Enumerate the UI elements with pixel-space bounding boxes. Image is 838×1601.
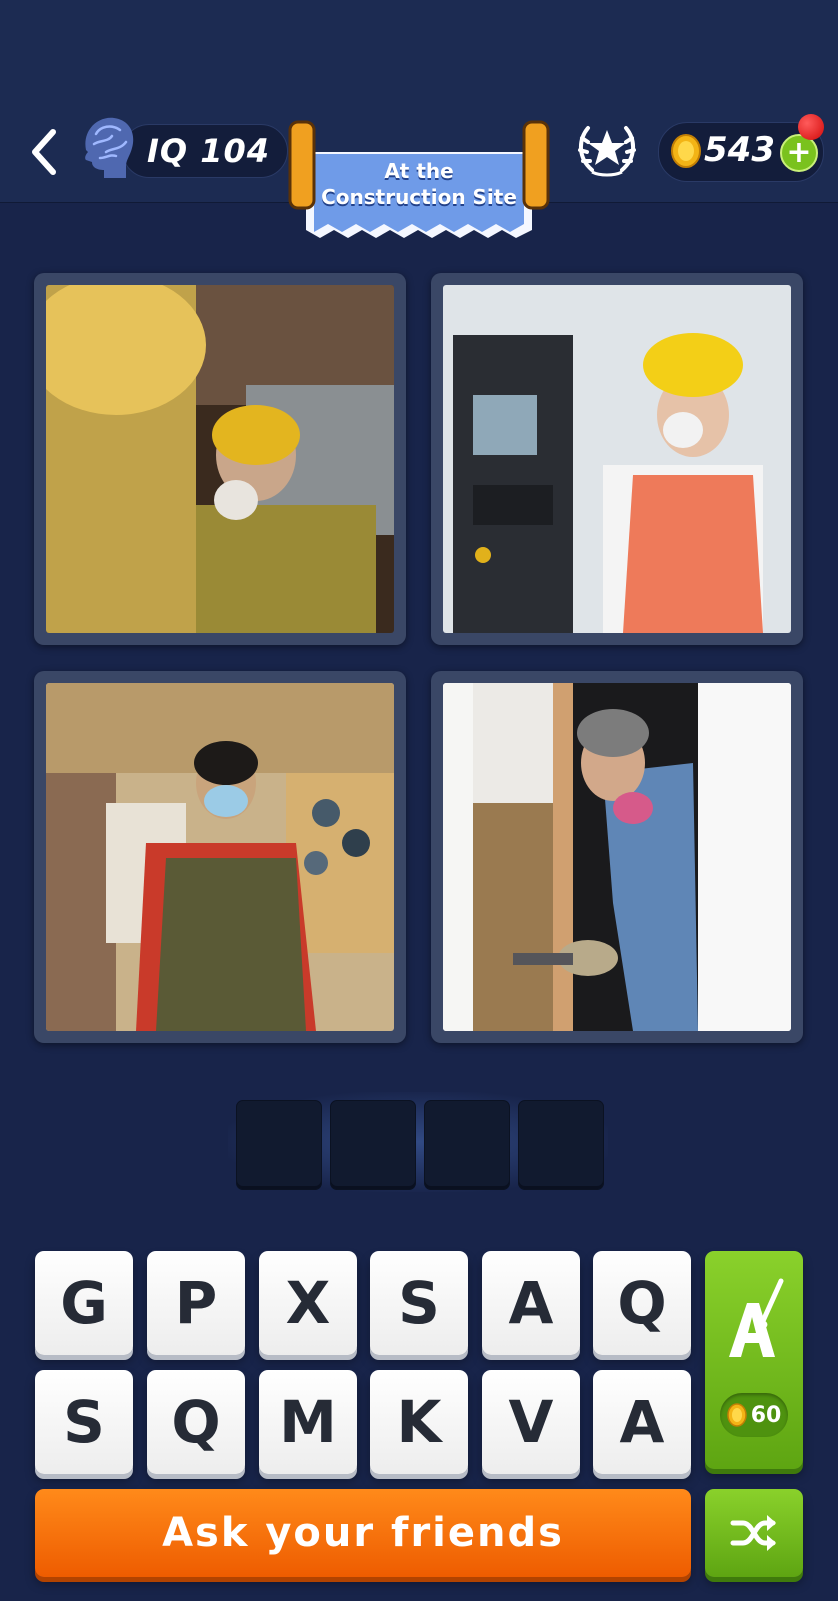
letter-key[interactable]: Q	[147, 1370, 245, 1474]
chevron-left-icon	[32, 129, 56, 175]
letter-key[interactable]: X	[259, 1251, 357, 1355]
photo-shop-clerk-mask[interactable]	[46, 683, 394, 1031]
shuffle-button[interactable]	[705, 1489, 803, 1577]
photo-frame-4	[431, 671, 803, 1043]
ask-friends-button[interactable]: Ask your friends	[35, 1489, 691, 1577]
photo-man-respirator-wall[interactable]	[443, 683, 791, 1031]
iq-badge[interactable]: IQ 104	[122, 124, 288, 178]
letter-key[interactable]: A	[593, 1370, 691, 1474]
hint-cost-badge: 60	[720, 1393, 788, 1437]
photo-woman-control-panel[interactable]	[443, 285, 791, 633]
plus-icon: +	[786, 135, 812, 170]
shuffle-icon	[730, 1515, 776, 1551]
answer-slot-3[interactable]	[424, 1100, 510, 1190]
level-title-line2: Construction Site	[321, 185, 517, 209]
level-title: At the Construction Site	[300, 158, 538, 210]
level-title-line1: At the	[384, 159, 454, 183]
photo-frame-3	[34, 671, 406, 1043]
ask-friends-label: Ask your friends	[162, 1510, 564, 1556]
letter-key[interactable]: M	[259, 1370, 357, 1474]
coin-count: 543	[704, 130, 775, 170]
photo-worker-hardhat-mask[interactable]	[46, 285, 394, 633]
letter-key[interactable]: S	[370, 1251, 468, 1355]
hint-cost: 60	[750, 1402, 782, 1428]
brain-head-icon	[85, 117, 134, 178]
coin-icon	[671, 134, 701, 168]
letter-key[interactable]: V	[482, 1370, 580, 1474]
back-button[interactable]	[22, 122, 66, 182]
photo-frame-1	[34, 273, 406, 645]
letter-key[interactable]: P	[147, 1251, 245, 1355]
letter-key[interactable]: Q	[593, 1251, 691, 1355]
answer-slot-4[interactable]	[518, 1100, 604, 1190]
letter-key[interactable]: K	[370, 1370, 468, 1474]
letter-paintbrush-icon	[729, 1278, 784, 1357]
coin-icon	[726, 1403, 747, 1427]
answer-slots	[228, 1092, 608, 1192]
iq-label: IQ 104	[147, 132, 271, 170]
letter-key[interactable]: G	[35, 1251, 133, 1355]
answer-slot-1[interactable]	[236, 1100, 322, 1190]
letter-key[interactable]: S	[35, 1370, 133, 1474]
laurel-star-icon[interactable]	[574, 118, 640, 180]
photo-frame-2	[431, 273, 803, 645]
answer-slot-2[interactable]	[330, 1100, 416, 1190]
hint-button[interactable]: 60	[705, 1251, 803, 1469]
notification-dot	[798, 114, 824, 140]
letter-key[interactable]: A	[482, 1251, 580, 1355]
